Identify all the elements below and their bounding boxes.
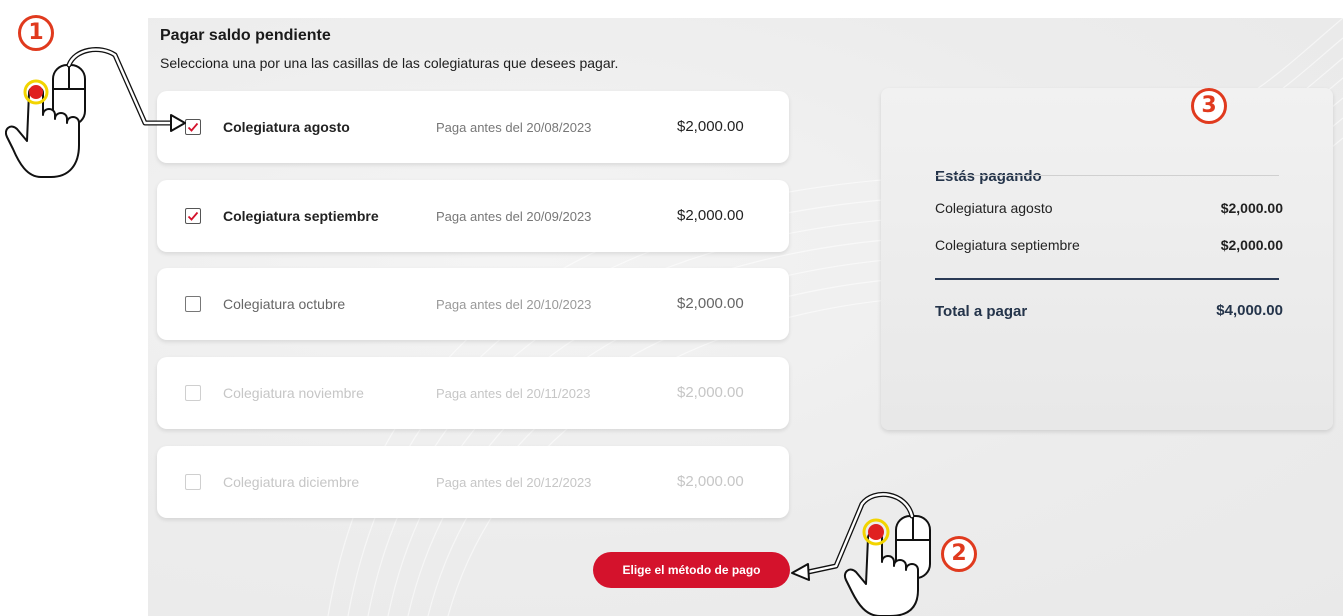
item-amount: $2,000.00 bbox=[677, 295, 744, 312]
item-amount: $2,000.00 bbox=[677, 384, 744, 401]
item-amount: $2,000.00 bbox=[677, 118, 744, 135]
tuition-item-noviembre: Colegiatura noviembre Paga antes del 20/… bbox=[157, 357, 789, 429]
step-2-badge: 2 bbox=[941, 536, 977, 572]
item-name: Colegiatura noviembre bbox=[223, 385, 364, 401]
summary-title: Estás pagando bbox=[935, 168, 1042, 185]
item-due-date: Paga antes del 20/08/2023 bbox=[436, 120, 592, 135]
total-amount: $4,000.00 bbox=[1216, 302, 1283, 319]
item-amount: $2,000.00 bbox=[677, 207, 744, 224]
item-due-date: Paga antes del 20/12/2023 bbox=[436, 475, 592, 490]
tuition-item-diciembre: Colegiatura diciembre Paga antes del 20/… bbox=[157, 446, 789, 518]
total-label: Total a pagar bbox=[935, 303, 1028, 320]
item-name: Colegiatura diciembre bbox=[223, 474, 360, 490]
item-checkbox[interactable] bbox=[185, 208, 201, 224]
summary-row-label: Colegiatura agosto bbox=[935, 200, 1053, 216]
step-3-badge: 3 bbox=[1191, 88, 1227, 124]
item-due-date: Paga antes del 20/09/2023 bbox=[436, 209, 592, 224]
item-checkbox[interactable] bbox=[185, 296, 201, 312]
item-due-date: Paga antes del 20/11/2023 bbox=[436, 386, 591, 401]
item-name: Colegiatura septiembre bbox=[223, 208, 379, 224]
summary-row-label: Colegiatura septiembre bbox=[935, 237, 1080, 253]
tuition-item-septiembre[interactable]: Colegiatura septiembre Paga antes del 20… bbox=[157, 180, 789, 252]
checkmark-icon bbox=[187, 211, 199, 221]
item-due-date: Paga antes del 20/10/2023 bbox=[436, 297, 592, 312]
payment-summary-panel: Estás pagando Colegiatura agosto $2,000.… bbox=[881, 88, 1333, 430]
summary-row-amount: $2,000.00 bbox=[1220, 200, 1283, 216]
item-amount: $2,000.00 bbox=[677, 473, 744, 490]
page-title: Pagar saldo pendiente bbox=[160, 27, 331, 44]
choose-payment-method-button[interactable]: Elige el método de pago bbox=[593, 552, 790, 588]
pointing-hand-icon bbox=[791, 492, 931, 616]
summary-divider bbox=[935, 175, 1279, 176]
item-checkbox bbox=[185, 474, 201, 490]
item-checkbox bbox=[185, 385, 201, 401]
tuition-item-agosto[interactable]: Colegiatura agosto Paga antes del 20/08/… bbox=[157, 91, 789, 163]
summary-row-amount: $2,000.00 bbox=[1220, 237, 1283, 253]
tuition-item-octubre[interactable]: Colegiatura octubre Paga antes del 20/10… bbox=[157, 268, 789, 340]
pointing-hand-icon bbox=[5, 47, 186, 178]
item-name: Colegiatura agosto bbox=[223, 119, 350, 135]
item-name: Colegiatura octubre bbox=[223, 296, 346, 312]
page-subtitle: Selecciona una por una las casillas de l… bbox=[160, 55, 619, 71]
summary-total-divider bbox=[935, 278, 1279, 280]
